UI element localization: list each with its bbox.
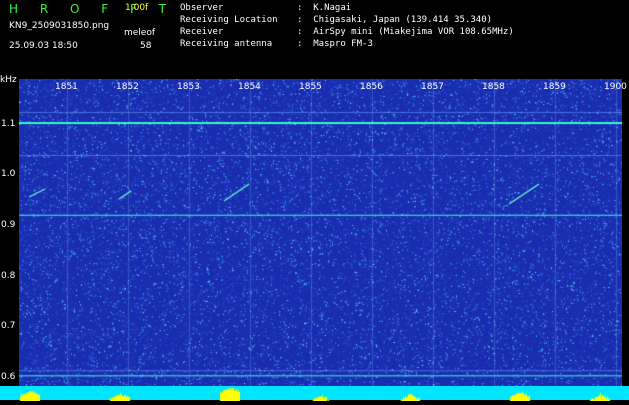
signal-level-band — [0, 386, 629, 401]
band-peaks — [0, 387, 629, 401]
app-brand: H R O F F T — [9, 2, 176, 16]
meta-observer-label: Observer — [180, 3, 224, 13]
app-name: meleof — [124, 28, 156, 38]
y-tick-label: 0.6 — [1, 371, 16, 382]
meta-antenna-value: : Maspro FM-3 — [297, 39, 373, 49]
meta-receiver-value: : AirSpy mini (Miakejima VOR 108.65MHz) — [297, 27, 514, 37]
app-version: 1.00f — [125, 3, 149, 13]
x-tick-label: 1900 — [604, 82, 627, 92]
x-tick-label: 1857 — [421, 82, 444, 92]
x-tick-label: 1856 — [360, 82, 383, 92]
x-tick-label: 1853 — [177, 82, 200, 92]
meta-receiver-label: Receiver — [180, 27, 224, 37]
x-tick-label: 1852 — [116, 82, 139, 92]
meta-location-value: : Chigasaki, Japan (139.414 35.340) — [297, 15, 493, 25]
y-tick-label: 1.1 — [1, 118, 16, 129]
meta-location-label: Receiving Location — [180, 15, 278, 25]
spectrogram — [19, 79, 622, 388]
x-tick-label: 1851 — [55, 82, 78, 92]
y-axis-unit: kHz — [0, 75, 17, 85]
spectrogram-canvas — [19, 79, 622, 388]
x-tick-label: 1854 — [238, 82, 261, 92]
x-tick-label: 1858 — [482, 82, 505, 92]
detection-count: 58 — [140, 41, 152, 51]
y-tick-label: 0.8 — [1, 270, 16, 281]
x-tick-label: 1855 — [299, 82, 322, 92]
file-name: KN9_2509031850.png — [9, 21, 110, 31]
y-tick-label: 1.0 — [1, 169, 16, 180]
y-tick-label: 0.7 — [1, 321, 16, 332]
meta-antenna-label: Receiving antenna — [180, 39, 273, 49]
x-tick-label: 1859 — [543, 82, 566, 92]
capture-datetime: 25.09.03 18:50 — [9, 41, 78, 51]
y-tick-label: 0.9 — [1, 219, 16, 230]
meta-observer-value: : K.Nagai — [297, 3, 352, 13]
